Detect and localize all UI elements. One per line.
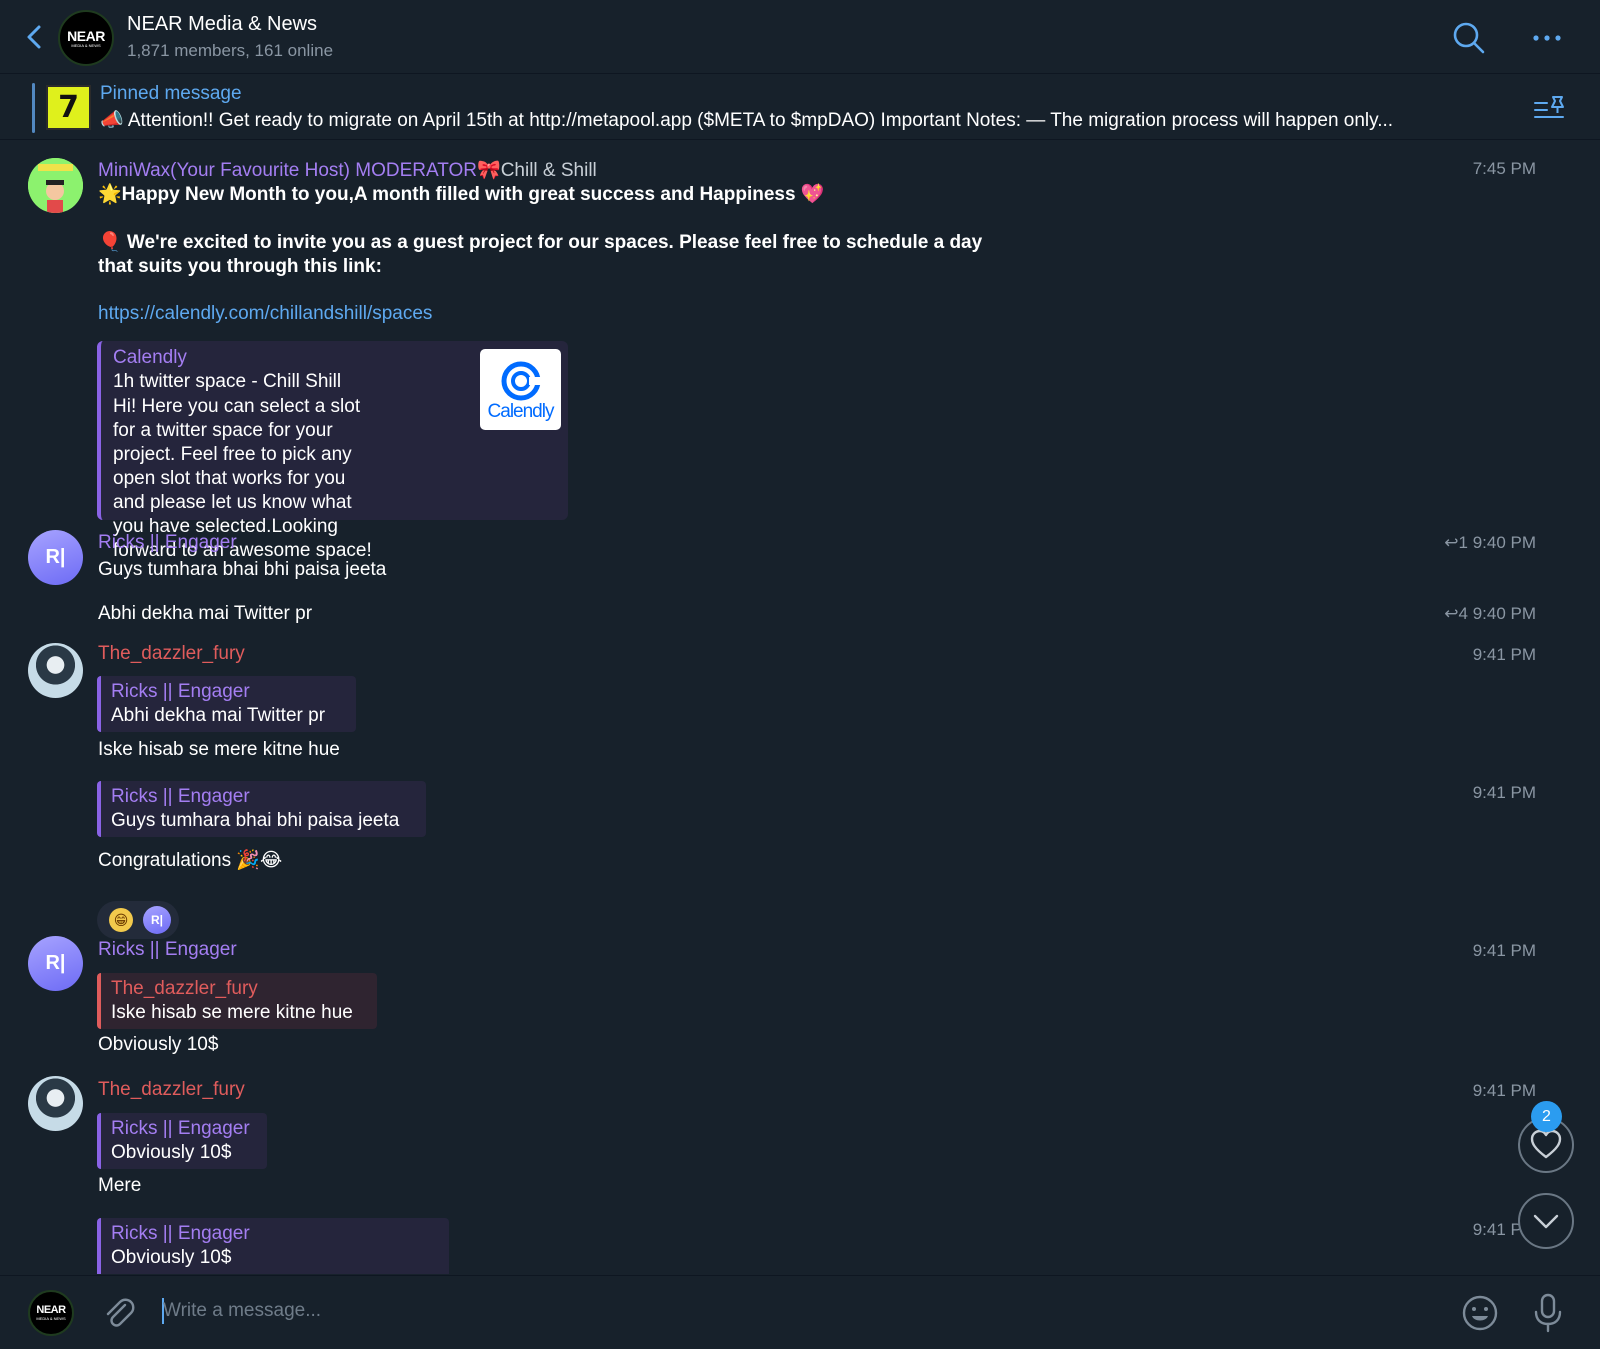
reply-quote-name: The_dazzler_fury [111,978,258,999]
message-list[interactable]: MiniWax(Your Favourite Host) MODERATOR🎀C… [0,141,1600,1274]
avatar-miniwax[interactable] [28,158,83,213]
message-text: Abhi dekha mai Twitter pr [98,603,313,624]
send-as-logo: NEAR [36,1304,66,1316]
avatar-ricks[interactable]: R| [28,530,83,585]
message-text: Iske hisab se mere kitne hue [98,739,340,760]
message-text: Obviously 10$ [98,1034,219,1055]
message-text: Congratulations 🎉😂 [98,850,283,871]
more-icon[interactable] [1527,18,1567,58]
message-text: 🌟Happy New Month to you,A month filled w… [98,184,825,205]
sender-name[interactable]: MiniWax(Your Favourite Host) MODERATOR🎀C… [98,158,597,182]
sender-name-text: MiniWax(Your Favourite Host) MODERATOR [98,160,478,181]
message-text: 🎈 We're excited to invite you as a guest… [98,232,983,253]
scroll-down-button[interactable] [1518,1193,1574,1249]
search-icon[interactable] [1449,18,1489,58]
chevron-down-icon [1533,1214,1559,1229]
reply-quote-name: Ricks || Engager [111,1223,250,1244]
link-preview[interactable]: Calendly 1h twitter space - Chill Shill … [97,341,568,561]
message-link[interactable]: https://calendly.com/chillandshill/space… [98,302,432,326]
reply-quote[interactable]: Ricks || Engager Obviously 10$ [97,1113,267,1169]
message-time-replies[interactable]: ↩4 9:40 PM [1444,604,1536,624]
avatar-miniwax-image [28,158,83,213]
reply-quote-name: Ricks || Engager [111,681,250,702]
message-time-replies[interactable]: ↩1 9:40 PM [1444,533,1536,553]
avatar-initials: R| [45,952,66,974]
message-time: 9:41 PM [1472,1081,1536,1100]
message-text: Mere [98,1175,142,1196]
reply-quote[interactable]: The_dazzler_fury Iske hisab se mere kitn… [97,973,377,1029]
avatar-dazzler[interactable] [28,1076,83,1131]
message-time: 7:45 PM [1472,159,1536,178]
message-input[interactable]: Write a message... [163,1300,321,1322]
reply-quote[interactable]: Ricks || Engager Abhi dekha mai Twitter … [97,676,356,732]
reply-quote-text: Obviously 10$ [111,1247,232,1268]
back-icon[interactable] [22,20,48,54]
pinned-label: Pinned message [100,83,242,104]
message-composer: NEAR MEDIA & NEWS Write a message... [0,1275,1600,1349]
reply-quote-name: Ricks || Engager [111,1118,250,1139]
message-text: Guys tumhara bhai bhi paisa jeeta [98,559,387,580]
calendly-logo-icon [501,361,541,400]
reaction-avatar: R| [143,906,171,934]
reply-quote-text: Guys tumhara bhai bhi paisa jeeta [111,810,400,831]
pinned-thumbnail: 7 [46,85,91,130]
chat-title[interactable]: NEAR Media & News [127,13,317,36]
sender-tag: 🎀Chill & Shill [477,160,597,181]
reaction-chip[interactable]: 😁 R| [97,901,179,939]
reply-quote-text: Abhi dekha mai Twitter pr [111,705,326,726]
avatar-dazzler[interactable] [28,643,83,698]
reply-quote-text: Iske hisab se mere kitne hue [111,1002,353,1023]
sender-name[interactable]: The_dazzler_fury [98,643,245,665]
send-as-avatar[interactable]: NEAR MEDIA & NEWS [28,1290,74,1336]
sender-name[interactable]: Ricks || Engager [98,939,237,961]
link-preview-title: 1h twitter space - Chill Shill [113,371,342,392]
pinned-text: 📣 Attention!! Get ready to migrate on Ap… [100,110,1394,131]
chat-member-count: 1,871 members, 161 online [127,41,334,60]
link-preview-site: Calendly [113,347,187,368]
reply-quote[interactable]: Ricks || Engager Obviously 10$ [97,1218,449,1274]
message-time: 9:41 PM [1472,645,1536,664]
chat-avatar-logo: NEAR [67,27,105,44]
send-as-logo-sub: MEDIA & NEWS [36,1316,66,1321]
chat-avatar[interactable]: NEAR MEDIA & NEWS [58,10,114,66]
pinned-list-icon[interactable] [1533,93,1567,123]
reaction-emoji: 😁 [109,908,133,932]
microphone-icon[interactable] [1530,1292,1566,1334]
emoji-icon[interactable] [1460,1293,1500,1333]
message-text: that suits you through this link: [98,256,382,277]
chat-avatar-logo-sub: MEDIA & NEWS [71,42,101,48]
message-time: 9:41 PM [1472,783,1536,802]
reply-quote-name: Ricks || Engager [111,786,250,807]
attach-icon[interactable] [100,1294,138,1332]
calendly-logo-text: Calendly [487,400,555,422]
avatar-ricks[interactable]: R| [28,936,83,991]
pinned-thumbnail-text: 7 [58,90,79,125]
avatar-initials: R| [45,546,66,568]
pinned-indicator [32,83,35,133]
reply-quote[interactable]: Ricks || Engager Guys tumhara bhai bhi p… [97,781,426,837]
reactions-badge: 2 [1531,1101,1562,1132]
pinned-message-bar[interactable]: 7 Pinned message 📣 Attention!! Get ready… [0,75,1600,140]
chat-header: NEAR MEDIA & NEWS NEAR Media & News 1,87… [0,0,1600,74]
link-preview-image: Calendly [480,349,561,430]
sender-name[interactable]: The_dazzler_fury [98,1079,245,1101]
reply-quote-text: Obviously 10$ [111,1142,232,1163]
message-time: 9:41 PM [1472,941,1536,960]
sender-name[interactable]: Ricks || Engager [98,532,237,554]
